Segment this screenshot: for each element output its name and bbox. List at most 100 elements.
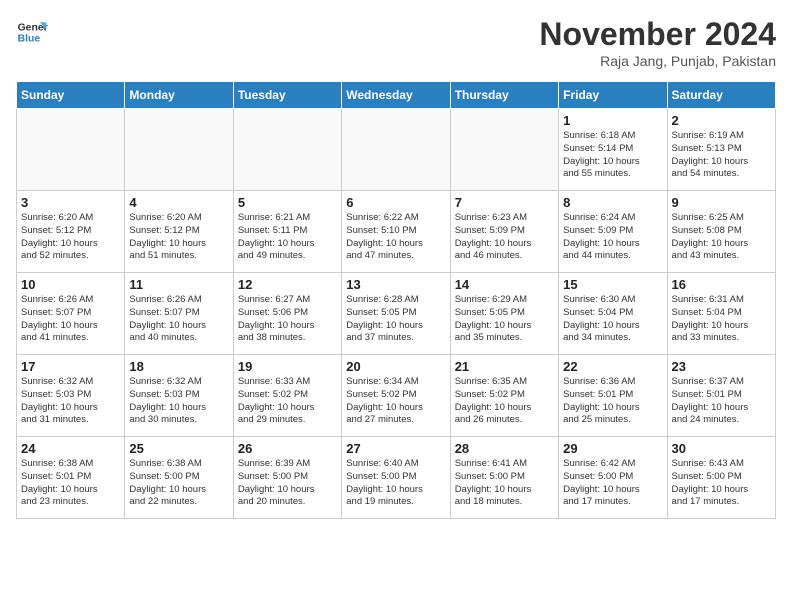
day-info: Sunrise: 6:23 AM Sunset: 5:09 PM Dayligh… bbox=[455, 212, 554, 263]
day-info: Sunrise: 6:43 AM Sunset: 5:00 PM Dayligh… bbox=[672, 458, 771, 509]
calendar-cell: 22 Sunrise: 6:36 AM Sunset: 5:01 PM Dayli… bbox=[559, 355, 667, 437]
calendar-cell: 11Sunrise: 6:26 AM Sunset: 5:07 PM Dayli… bbox=[125, 273, 233, 355]
calendar-cell: 13 Sunrise: 6:28 AM Sunset: 5:05 PM Dayli… bbox=[342, 273, 450, 355]
day-number: 10 bbox=[21, 277, 120, 292]
logo-icon: General Blue bbox=[16, 16, 48, 48]
day-info: Sunrise: 6:19 AM Sunset: 5:13 PM Dayligh… bbox=[672, 130, 771, 181]
calendar-week-5: 24 Sunrise: 6:38 AM Sunset: 5:01 PM Dayli… bbox=[17, 437, 776, 519]
calendar-week-2: 3 Sunrise: 6:20 AM Sunset: 5:12 PM Daylig… bbox=[17, 191, 776, 273]
svg-text:Blue: Blue bbox=[18, 34, 41, 45]
calendar-cell: 27 Sunrise: 6:40 AM Sunset: 5:00 PM Dayli… bbox=[342, 437, 450, 519]
calendar-cell: 2 Sunrise: 6:19 AM Sunset: 5:13 PM Daylig… bbox=[667, 109, 775, 191]
day-info: Sunrise: 6:18 AM Sunset: 5:14 PM Dayligh… bbox=[563, 130, 662, 181]
weekday-header-wednesday: Wednesday bbox=[342, 82, 450, 109]
day-info: Sunrise: 6:32 AM Sunset: 5:03 PM Dayligh… bbox=[21, 376, 120, 427]
calendar-cell bbox=[450, 109, 558, 191]
day-info: Sunrise: 6:24 AM Sunset: 5:09 PM Dayligh… bbox=[563, 212, 662, 263]
calendar-cell: 21Sunrise: 6:35 AM Sunset: 5:02 PM Dayli… bbox=[450, 355, 558, 437]
calendar-cell: 28 Sunrise: 6:41 AM Sunset: 5:00 PM Dayli… bbox=[450, 437, 558, 519]
day-info: Sunrise: 6:22 AM Sunset: 5:10 PM Dayligh… bbox=[346, 212, 445, 263]
day-number: 14 bbox=[455, 277, 554, 292]
weekday-header-saturday: Saturday bbox=[667, 82, 775, 109]
day-number: 26 bbox=[238, 441, 337, 456]
day-info: Sunrise: 6:37 AM Sunset: 5:01 PM Dayligh… bbox=[672, 376, 771, 427]
calendar-cell: 9Sunrise: 6:25 AM Sunset: 5:08 PM Daylig… bbox=[667, 191, 775, 273]
day-number: 15 bbox=[563, 277, 662, 292]
calendar-cell: 15 Sunrise: 6:30 AM Sunset: 5:04 PM Dayli… bbox=[559, 273, 667, 355]
day-info: Sunrise: 6:38 AM Sunset: 5:01 PM Dayligh… bbox=[21, 458, 120, 509]
day-info: Sunrise: 6:27 AM Sunset: 5:06 PM Dayligh… bbox=[238, 294, 337, 345]
day-info: Sunrise: 6:30 AM Sunset: 5:04 PM Dayligh… bbox=[563, 294, 662, 345]
day-info: Sunrise: 6:32 AM Sunset: 5:03 PM Dayligh… bbox=[129, 376, 228, 427]
day-info: Sunrise: 6:29 AM Sunset: 5:05 PM Dayligh… bbox=[455, 294, 554, 345]
day-number: 20 bbox=[346, 359, 445, 374]
day-info: Sunrise: 6:38 AM Sunset: 5:00 PM Dayligh… bbox=[129, 458, 228, 509]
day-info: Sunrise: 6:20 AM Sunset: 5:12 PM Dayligh… bbox=[129, 212, 228, 263]
calendar-table: SundayMondayTuesdayWednesdayThursdayFrid… bbox=[16, 81, 776, 519]
calendar-cell bbox=[125, 109, 233, 191]
day-number: 29 bbox=[563, 441, 662, 456]
day-info: Sunrise: 6:40 AM Sunset: 5:00 PM Dayligh… bbox=[346, 458, 445, 509]
day-info: Sunrise: 6:39 AM Sunset: 5:00 PM Dayligh… bbox=[238, 458, 337, 509]
calendar-cell: 1Sunrise: 6:18 AM Sunset: 5:14 PM Daylig… bbox=[559, 109, 667, 191]
calendar-cell: 26 Sunrise: 6:39 AM Sunset: 5:00 PM Dayli… bbox=[233, 437, 341, 519]
day-number: 13 bbox=[346, 277, 445, 292]
day-number: 9 bbox=[672, 195, 771, 210]
calendar-cell: 12 Sunrise: 6:27 AM Sunset: 5:06 PM Dayli… bbox=[233, 273, 341, 355]
weekday-header-sunday: Sunday bbox=[17, 82, 125, 109]
day-number: 17 bbox=[21, 359, 120, 374]
calendar-cell bbox=[233, 109, 341, 191]
day-number: 5 bbox=[238, 195, 337, 210]
calendar-cell: 18 Sunrise: 6:32 AM Sunset: 5:03 PM Dayli… bbox=[125, 355, 233, 437]
day-number: 6 bbox=[346, 195, 445, 210]
day-number: 30 bbox=[672, 441, 771, 456]
day-info: Sunrise: 6:36 AM Sunset: 5:01 PM Dayligh… bbox=[563, 376, 662, 427]
day-number: 4 bbox=[129, 195, 228, 210]
day-info: Sunrise: 6:20 AM Sunset: 5:12 PM Dayligh… bbox=[21, 212, 120, 263]
calendar-cell: 4 Sunrise: 6:20 AM Sunset: 5:12 PM Daylig… bbox=[125, 191, 233, 273]
day-number: 11 bbox=[129, 277, 228, 292]
calendar-week-3: 10 Sunrise: 6:26 AM Sunset: 5:07 PM Dayli… bbox=[17, 273, 776, 355]
calendar-cell: 25 Sunrise: 6:38 AM Sunset: 5:00 PM Dayli… bbox=[125, 437, 233, 519]
day-info: Sunrise: 6:34 AM Sunset: 5:02 PM Dayligh… bbox=[346, 376, 445, 427]
day-number: 3 bbox=[21, 195, 120, 210]
calendar-cell: 10 Sunrise: 6:26 AM Sunset: 5:07 PM Dayli… bbox=[17, 273, 125, 355]
day-info: Sunrise: 6:42 AM Sunset: 5:00 PM Dayligh… bbox=[563, 458, 662, 509]
page-header: General Blue November 2024 Raja Jang, Pu… bbox=[16, 16, 776, 69]
calendar-cell: 5 Sunrise: 6:21 AM Sunset: 5:11 PM Daylig… bbox=[233, 191, 341, 273]
calendar-cell: 3 Sunrise: 6:20 AM Sunset: 5:12 PM Daylig… bbox=[17, 191, 125, 273]
calendar-cell: 23Sunrise: 6:37 AM Sunset: 5:01 PM Dayli… bbox=[667, 355, 775, 437]
calendar-cell: 17 Sunrise: 6:32 AM Sunset: 5:03 PM Dayli… bbox=[17, 355, 125, 437]
day-info: Sunrise: 6:31 AM Sunset: 5:04 PM Dayligh… bbox=[672, 294, 771, 345]
weekday-header-friday: Friday bbox=[559, 82, 667, 109]
day-info: Sunrise: 6:21 AM Sunset: 5:11 PM Dayligh… bbox=[238, 212, 337, 263]
day-number: 19 bbox=[238, 359, 337, 374]
location-subtitle: Raja Jang, Punjab, Pakistan bbox=[539, 53, 776, 69]
day-number: 12 bbox=[238, 277, 337, 292]
day-number: 27 bbox=[346, 441, 445, 456]
weekday-header-thursday: Thursday bbox=[450, 82, 558, 109]
day-number: 18 bbox=[129, 359, 228, 374]
day-number: 21 bbox=[455, 359, 554, 374]
day-info: Sunrise: 6:41 AM Sunset: 5:00 PM Dayligh… bbox=[455, 458, 554, 509]
day-number: 2 bbox=[672, 113, 771, 128]
calendar-header-row: SundayMondayTuesdayWednesdayThursdayFrid… bbox=[17, 82, 776, 109]
weekday-header-tuesday: Tuesday bbox=[233, 82, 341, 109]
day-number: 24 bbox=[21, 441, 120, 456]
day-info: Sunrise: 6:26 AM Sunset: 5:07 PM Dayligh… bbox=[21, 294, 120, 345]
day-info: Sunrise: 6:28 AM Sunset: 5:05 PM Dayligh… bbox=[346, 294, 445, 345]
calendar-cell: 14 Sunrise: 6:29 AM Sunset: 5:05 PM Dayli… bbox=[450, 273, 558, 355]
calendar-cell bbox=[17, 109, 125, 191]
title-block: November 2024 Raja Jang, Punjab, Pakista… bbox=[539, 16, 776, 69]
day-number: 8 bbox=[563, 195, 662, 210]
calendar-cell: 16Sunrise: 6:31 AM Sunset: 5:04 PM Dayli… bbox=[667, 273, 775, 355]
calendar-cell: 7Sunrise: 6:23 AM Sunset: 5:09 PM Daylig… bbox=[450, 191, 558, 273]
day-number: 22 bbox=[563, 359, 662, 374]
calendar-week-4: 17 Sunrise: 6:32 AM Sunset: 5:03 PM Dayli… bbox=[17, 355, 776, 437]
calendar-cell: 20 Sunrise: 6:34 AM Sunset: 5:02 PM Dayli… bbox=[342, 355, 450, 437]
day-number: 28 bbox=[455, 441, 554, 456]
calendar-cell: 24 Sunrise: 6:38 AM Sunset: 5:01 PM Dayli… bbox=[17, 437, 125, 519]
month-title: November 2024 bbox=[539, 16, 776, 53]
day-number: 25 bbox=[129, 441, 228, 456]
logo: General Blue bbox=[16, 16, 48, 48]
